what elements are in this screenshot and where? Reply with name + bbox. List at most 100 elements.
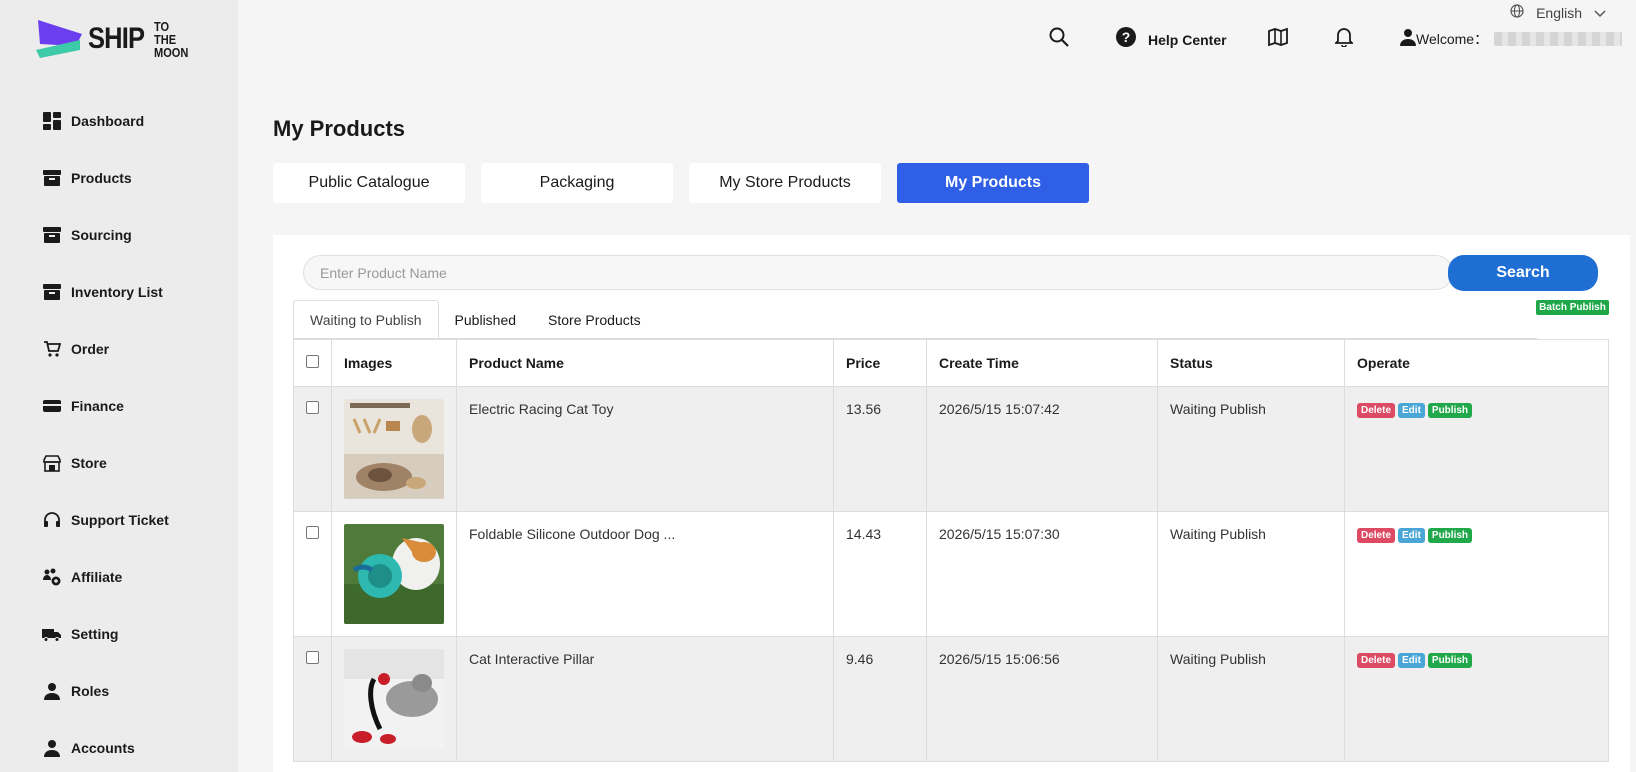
product-name: Foldable Silicone Outdoor Dog ... xyxy=(456,511,834,637)
bell-icon[interactable] xyxy=(1335,27,1353,47)
help-center-link[interactable]: ? Help Center xyxy=(1116,27,1227,52)
product-name-search-input[interactable]: Enter Product Name xyxy=(303,255,1453,290)
globe-icon xyxy=(1510,4,1524,21)
cart-icon xyxy=(42,339,62,359)
product-price: 13.56 xyxy=(833,386,927,512)
row-checkbox-cell xyxy=(293,511,332,637)
select-all-checkbox[interactable] xyxy=(306,355,319,368)
tab-public-catalogue[interactable]: Public Catalogue xyxy=(273,163,465,203)
sidebar-item-accounts[interactable]: Accounts xyxy=(0,719,238,772)
sidebar-item-label: Accounts xyxy=(71,739,135,756)
tab-published[interactable]: Published xyxy=(439,300,533,339)
dashboard-icon xyxy=(42,111,62,131)
product-create-time: 2026/5/15 15:07:42 xyxy=(926,386,1158,512)
publish-status-tabs: Waiting to Publish Published Store Produ… xyxy=(293,300,657,339)
map-icon[interactable] xyxy=(1268,27,1288,47)
tab-packaging[interactable]: Packaging xyxy=(481,163,673,203)
truck-icon xyxy=(42,624,62,644)
tab-my-products[interactable]: My Products xyxy=(897,163,1089,203)
sidebar-item-products[interactable]: Products xyxy=(0,149,238,206)
sidebar-item-label: Setting xyxy=(71,625,119,642)
table-row: Foldable Silicone Outdoor Dog ... 14.43 … xyxy=(293,511,1609,637)
search-icon[interactable] xyxy=(1049,27,1069,47)
headset-icon xyxy=(42,510,62,530)
sidebar-item-dashboard[interactable]: Dashboard xyxy=(0,92,238,149)
sidebar-item-sourcing[interactable]: Sourcing xyxy=(0,206,238,263)
product-create-time: 2026/5/15 15:07:30 xyxy=(926,511,1158,637)
table-row: Electric Racing Cat Toy 13.56 2026/5/15 … xyxy=(293,386,1609,512)
sidebar-item-inventory-list[interactable]: Inventory List xyxy=(0,263,238,320)
page-title: My Products xyxy=(273,116,406,141)
archive-box-icon xyxy=(42,168,62,188)
sidebar-item-label: Order xyxy=(71,340,110,357)
user-menu[interactable]: Welcome： xyxy=(1400,28,1623,49)
delete-button[interactable]: Delete xyxy=(1357,653,1396,668)
sidebar-item-setting[interactable]: Setting xyxy=(0,605,238,662)
product-create-time: 2026/5/15 15:06:56 xyxy=(926,636,1158,762)
sidebar-item-roles[interactable]: Roles xyxy=(0,662,238,719)
product-status: Waiting Publish xyxy=(1157,636,1345,762)
product-image-cell xyxy=(331,636,457,762)
edit-button[interactable]: Edit xyxy=(1398,403,1425,418)
help-center-label: Help Center xyxy=(1148,31,1227,48)
sidebar-item-finance[interactable]: Finance xyxy=(0,377,238,434)
product-name: Electric Racing Cat Toy xyxy=(456,386,834,512)
language-selector[interactable]: English xyxy=(1504,4,1612,21)
sidebar-item-label: Products xyxy=(71,169,132,186)
publish-button[interactable]: Publish xyxy=(1427,403,1473,418)
sidebar-item-label: Finance xyxy=(71,397,124,414)
product-image-cat-racing-toy[interactable] xyxy=(344,399,444,499)
blurred-username xyxy=(1494,31,1623,46)
row-checkbox[interactable] xyxy=(306,401,319,414)
column-header-status: Status xyxy=(1157,339,1345,387)
brand-tagline-2: MOON xyxy=(154,44,189,60)
sidebar-item-label: Dashboard xyxy=(71,112,145,129)
archive-box-icon xyxy=(42,225,62,245)
affiliate-icon xyxy=(42,567,62,587)
tab-my-store-products[interactable]: My Store Products xyxy=(689,163,881,203)
sidebar-item-store[interactable]: Store xyxy=(0,434,238,491)
product-price: 14.43 xyxy=(833,511,927,637)
edit-button[interactable]: Edit xyxy=(1398,653,1425,668)
row-checkbox-cell xyxy=(293,386,332,512)
sidebar-item-affiliate[interactable]: Affiliate xyxy=(0,548,238,605)
column-header-images: Images xyxy=(331,339,457,387)
sidebar-item-label: Sourcing xyxy=(71,226,132,243)
credit-card-icon xyxy=(42,396,62,416)
tab-store-products[interactable]: Store Products xyxy=(532,300,657,339)
product-section-tabs: Public Catalogue Packaging My Store Prod… xyxy=(273,163,1105,203)
search-button[interactable]: Search xyxy=(1448,255,1598,291)
column-header-price: Price xyxy=(833,339,927,387)
product-status: Waiting Publish xyxy=(1157,386,1345,512)
products-table: Images Product Name Price Create Time St… xyxy=(293,339,1609,762)
product-image-cat-pillar[interactable] xyxy=(344,649,444,749)
publish-button[interactable]: Publish xyxy=(1427,528,1473,543)
sidebar-item-label: Store xyxy=(71,454,107,471)
sidebar-item-order[interactable]: Order xyxy=(0,320,238,377)
user-icon xyxy=(1400,28,1416,49)
row-checkbox[interactable] xyxy=(306,526,319,539)
tab-waiting-to-publish[interactable]: Waiting to Publish xyxy=(293,300,439,339)
delete-button[interactable]: Delete xyxy=(1357,528,1396,543)
column-header-operate: Operate xyxy=(1344,339,1609,387)
sidebar-item-label: Affiliate xyxy=(71,568,123,585)
product-price: 9.46 xyxy=(833,636,927,762)
sidebar-item-label: Roles xyxy=(71,682,110,699)
language-label: English xyxy=(1536,4,1582,21)
row-checkbox[interactable] xyxy=(306,651,319,664)
product-name: Cat Interactive Pillar xyxy=(456,636,834,762)
row-checkbox-cell xyxy=(293,636,332,762)
publish-button[interactable]: Publish xyxy=(1427,653,1473,668)
batch-publish-button[interactable]: Batch Publish xyxy=(1536,300,1609,315)
store-icon xyxy=(42,453,62,473)
chevron-down-icon xyxy=(1594,5,1606,21)
products-card: Enter Product Name Search Batch Publish … xyxy=(273,235,1630,772)
sidebar-item-support-ticket[interactable]: Support Ticket xyxy=(0,491,238,548)
table-header-row: Images Product Name Price Create Time St… xyxy=(293,339,1609,387)
edit-button[interactable]: Edit xyxy=(1398,528,1425,543)
brand-logo[interactable]: SHIP TO THE MOON xyxy=(36,18,198,60)
sidebar-item-label: Inventory List xyxy=(71,283,163,300)
delete-button[interactable]: Delete xyxy=(1357,403,1396,418)
brand-name: SHIP xyxy=(88,22,145,55)
product-image-dog-bowl[interactable] xyxy=(344,524,444,624)
